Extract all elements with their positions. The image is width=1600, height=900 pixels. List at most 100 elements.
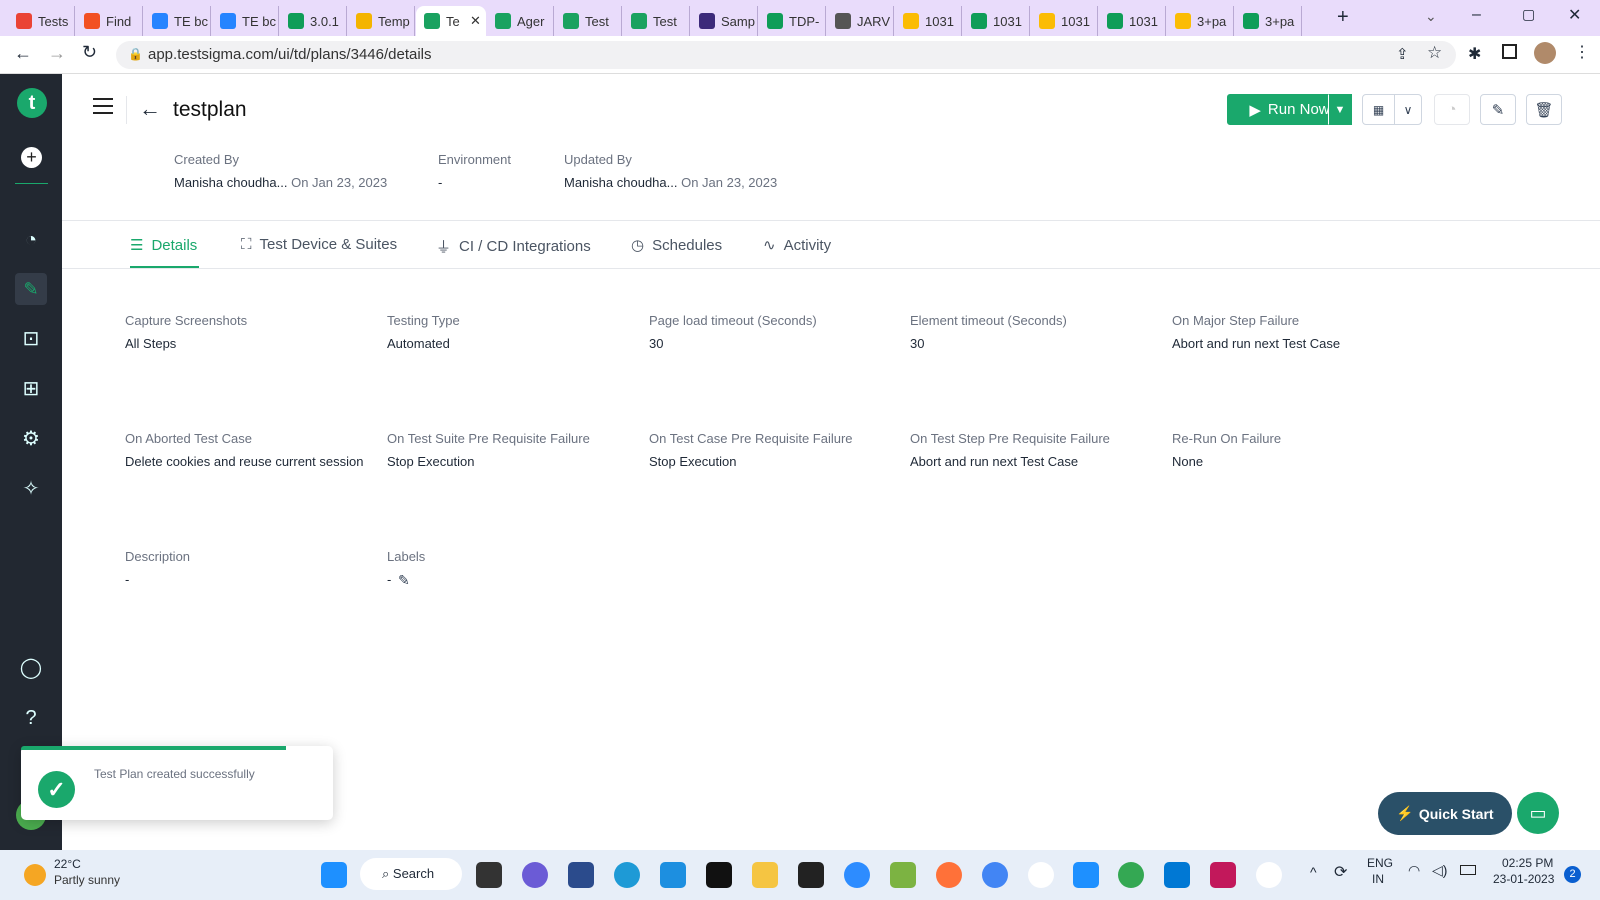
- sync-icon[interactable]: ⟳: [1334, 862, 1347, 882]
- browser-tab[interactable]: JARV: [827, 6, 894, 36]
- browser-tab[interactable]: TE bc: [144, 6, 211, 36]
- testsigma-logo[interactable]: t: [17, 88, 47, 118]
- browser-tab[interactable]: Test: [623, 6, 690, 36]
- field-label: Labels: [387, 549, 426, 564]
- hamburger-icon[interactable]: [93, 98, 113, 114]
- favicon-icon: [835, 13, 851, 29]
- extensions-icon[interactable]: ✱: [1468, 44, 1481, 64]
- terminal-icon[interactable]: [706, 862, 732, 888]
- store-icon[interactable]: [568, 862, 594, 888]
- app-icon[interactable]: [890, 862, 916, 888]
- browser-tab[interactable]: TE bc: [212, 6, 279, 36]
- delete-button[interactable]: 🗑: [1526, 94, 1562, 125]
- battery-icon[interactable]: [1460, 865, 1476, 875]
- app-icon[interactable]: [1028, 862, 1054, 888]
- side-panel-icon[interactable]: [1502, 44, 1517, 59]
- browser-tab[interactable]: 1031: [1031, 6, 1098, 36]
- browser-tab[interactable]: 1031: [963, 6, 1030, 36]
- tray-chevron-icon[interactable]: ^: [1310, 864, 1317, 880]
- browser-tab[interactable]: Tests: [8, 6, 75, 36]
- edit-button[interactable]: ✎: [1480, 94, 1516, 125]
- app-icon[interactable]: [1073, 862, 1099, 888]
- edit-labels-icon[interactable]: ✎: [398, 572, 410, 589]
- updated-by-value: Manisha choudha... On Jan 23, 2023: [564, 175, 777, 190]
- share-icon[interactable]: ⇪: [1396, 45, 1409, 63]
- tab-test-device-suites[interactable]: ⛶ Test Device & Suites: [241, 236, 397, 253]
- browser-tab[interactable]: Samp: [691, 6, 758, 36]
- profile-avatar[interactable]: [1534, 42, 1556, 64]
- reload-icon[interactable]: ↻: [82, 42, 97, 63]
- browser-tab[interactable]: Find: [76, 6, 143, 36]
- add-icon[interactable]: +: [21, 147, 42, 168]
- schedule-dropdown-button[interactable]: ∨: [1394, 94, 1422, 125]
- quick-start-button[interactable]: ⚡ Quick Start: [1378, 792, 1512, 835]
- dashboard-icon[interactable]: ◔: [19, 228, 43, 252]
- report-button[interactable]: ◔: [1434, 94, 1470, 125]
- firefox-icon[interactable]: [936, 862, 962, 888]
- favicon-icon: [971, 13, 987, 29]
- new-tab-button[interactable]: +: [1337, 6, 1349, 29]
- url-input[interactable]: 🔒 app.testsigma.com/ui/td/plans/3446/deta…: [116, 41, 1456, 69]
- language-region[interactable]: IN: [1372, 872, 1384, 886]
- app-icon[interactable]: [1256, 862, 1282, 888]
- schedule-calendar-button[interactable]: ▦: [1362, 94, 1395, 125]
- briefcase-icon[interactable]: ⊡: [19, 327, 43, 351]
- tab-details[interactable]: ☰ Details: [130, 236, 197, 255]
- help-icon[interactable]: ?: [19, 706, 43, 730]
- tab-search-chevron-icon[interactable]: ⌄: [1425, 8, 1437, 25]
- browser-tab-label: Test: [653, 13, 677, 29]
- wifi-icon[interactable]: ◠: [1408, 862, 1420, 879]
- run-options-dropdown[interactable]: ▼: [1328, 94, 1352, 125]
- browser-tab[interactable]: TDP-: [759, 6, 826, 36]
- browser-tab[interactable]: 3+pa: [1167, 6, 1234, 36]
- back-arrow-icon[interactable]: ←: [139, 96, 161, 122]
- weather-temp[interactable]: 22°C: [54, 857, 81, 871]
- settings-icon[interactable]: ⚙: [19, 427, 43, 451]
- mail-icon[interactable]: [660, 862, 686, 888]
- loading-circle-icon[interactable]: ◯: [19, 656, 43, 680]
- edge-icon[interactable]: [614, 862, 640, 888]
- weather-text[interactable]: Partly sunny: [54, 873, 120, 887]
- devices-icon[interactable]: ⊞: [19, 377, 43, 401]
- browser-tab[interactable]: 1031: [1099, 6, 1166, 36]
- minimize-button[interactable]: –: [1472, 6, 1481, 24]
- sidebar-item-test-development[interactable]: ✎: [15, 273, 47, 305]
- clock-time[interactable]: 02:25 PM: [1502, 856, 1553, 870]
- tab-activity[interactable]: ∿ Activity: [763, 236, 831, 255]
- chrome-icon[interactable]: [982, 862, 1008, 888]
- browser-tab[interactable]: 3+pa: [1235, 6, 1302, 36]
- tab-ci-cd-integrations[interactable]: ⏚ CI / CD Integrations: [436, 236, 591, 257]
- browser-tab[interactable]: 3.0.1: [280, 6, 347, 36]
- zoom-icon[interactable]: [844, 862, 870, 888]
- browser-tab[interactable]: 1031: [895, 6, 962, 36]
- teams-icon[interactable]: [522, 862, 548, 888]
- notification-badge[interactable]: 2: [1564, 866, 1581, 883]
- addons-puzzle-icon[interactable]: ✧: [19, 477, 43, 501]
- browser-tab[interactable]: Test: [555, 6, 622, 36]
- close-window-button[interactable]: ✕: [1568, 5, 1581, 25]
- taskbar-search[interactable]: ⌕ Search: [360, 858, 462, 890]
- favicon-icon: [495, 13, 511, 29]
- browser-tab[interactable]: Temp: [348, 6, 415, 36]
- bookmark-star-icon[interactable]: ☆: [1427, 43, 1442, 63]
- clock-date[interactable]: 23-01-2023: [1493, 872, 1554, 886]
- intellij-icon[interactable]: [1210, 862, 1236, 888]
- forward-icon[interactable]: →: [48, 43, 66, 64]
- menu-icon[interactable]: ⋮: [1574, 42, 1590, 62]
- task-view-icon[interactable]: [476, 862, 502, 888]
- chat-button[interactable]: ▭: [1517, 792, 1559, 834]
- close-tab-icon[interactable]: ✕: [470, 13, 481, 29]
- back-icon[interactable]: ←: [14, 43, 32, 64]
- volume-icon[interactable]: ◁): [1432, 862, 1447, 879]
- language-indicator[interactable]: ENG: [1367, 856, 1393, 870]
- file-explorer-icon[interactable]: [752, 862, 778, 888]
- tab-schedules[interactable]: ◷ Schedules: [631, 236, 722, 255]
- start-icon[interactable]: [321, 862, 347, 888]
- browser-tab[interactable]: Te ✕: [416, 6, 486, 36]
- vscode-icon[interactable]: [1164, 862, 1190, 888]
- browser-tab[interactable]: Ager: [487, 6, 554, 36]
- sticky-notes-icon[interactable]: [798, 862, 824, 888]
- chrome-profile-icon[interactable]: [1118, 862, 1144, 888]
- created-date: On Jan 23, 2023: [291, 175, 388, 190]
- maximize-button[interactable]: ▢: [1522, 6, 1535, 23]
